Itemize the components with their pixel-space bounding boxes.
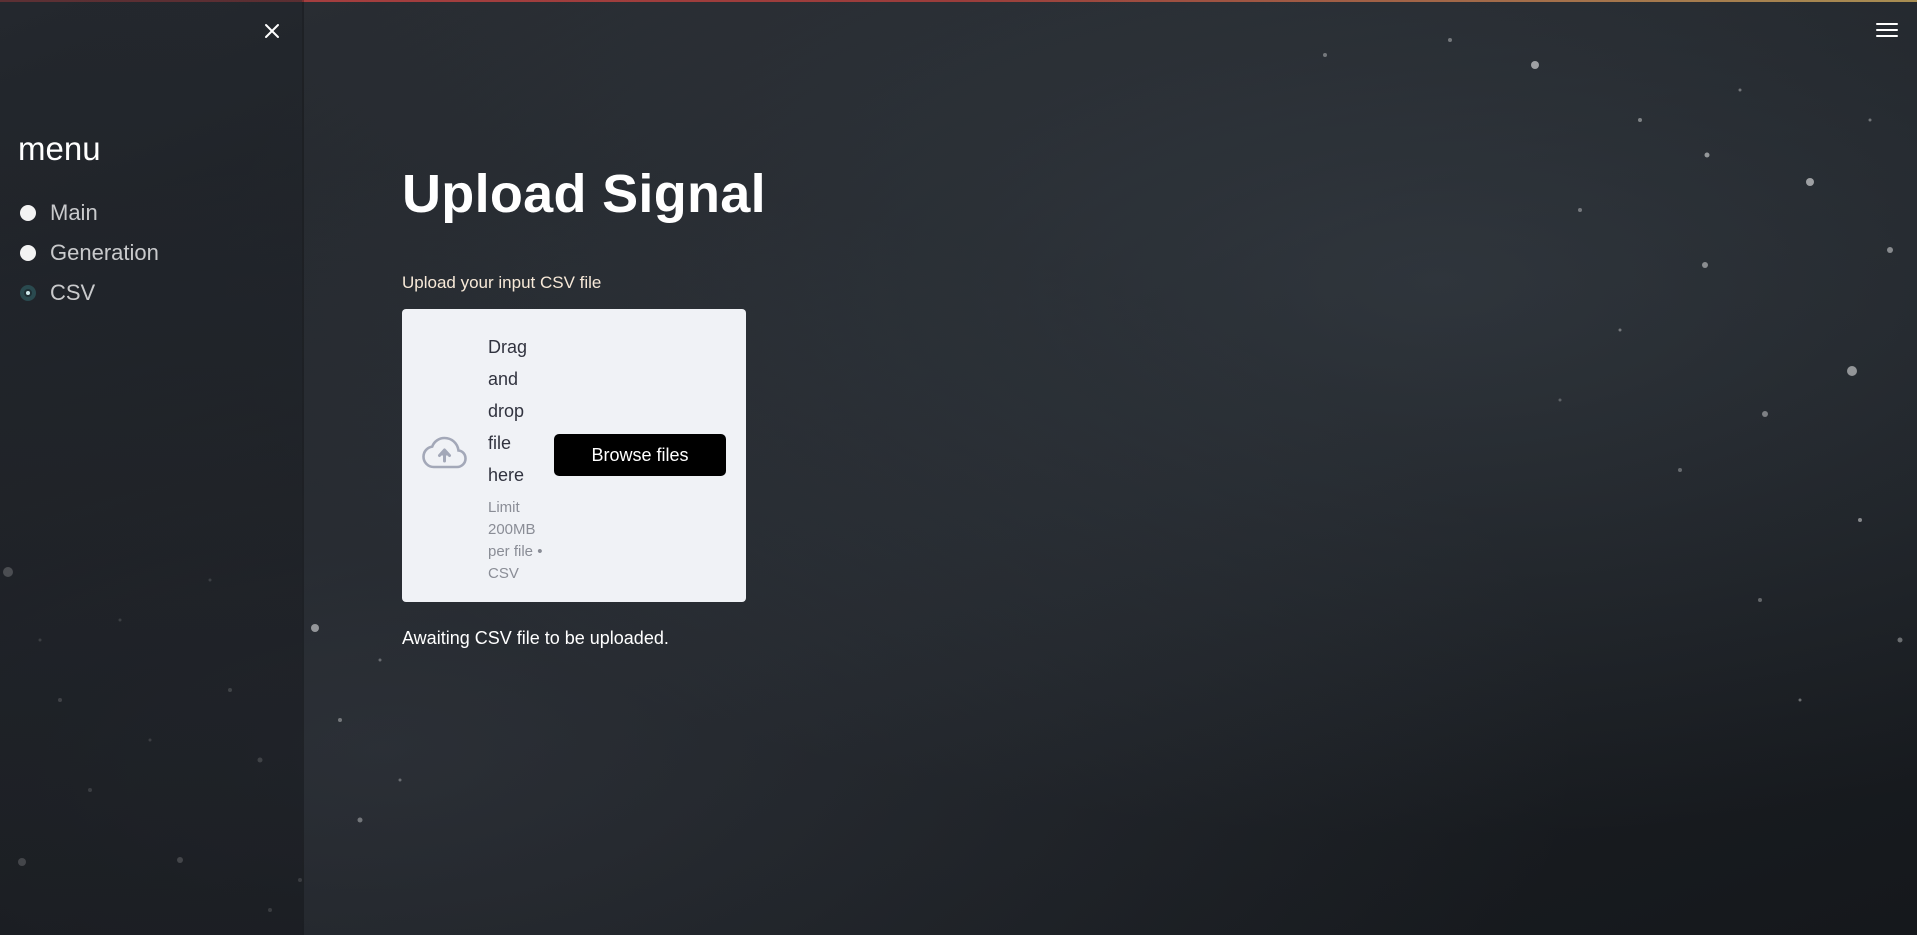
page-title: Upload Signal [402, 164, 766, 224]
radio-label-generation: Generation [50, 240, 159, 265]
hamburger-menu-icon-line [1876, 23, 1898, 25]
file-uploader-label: Upload your input CSV file [402, 273, 602, 292]
drag-drop-text: Drag and drop file here [488, 337, 528, 485]
file-dropzone[interactable]: Drag and drop file here Limit 200MB per … [402, 309, 746, 602]
radio-option-csv[interactable]: CSV [20, 273, 159, 313]
radio-button[interactable] [20, 245, 36, 261]
close-sidebar-button[interactable] [259, 18, 285, 44]
radio-option-main[interactable]: Main [20, 193, 159, 233]
radio-label-main: Main [50, 200, 98, 225]
browse-files-button[interactable]: Browse files [554, 434, 726, 476]
page-radio-group: Main Generation CSV [20, 193, 159, 313]
hamburger-menu-button[interactable] [1876, 20, 1898, 40]
radio-button-selected[interactable] [20, 285, 36, 301]
hamburger-menu-icon-line [1876, 35, 1898, 37]
sidebar-menu-title: menu [18, 130, 101, 167]
file-limit-text: Limit 200MB per file • CSV [488, 499, 543, 582]
sidebar: menu Main Generation CSV [0, 0, 302, 935]
radio-label-csv: CSV [50, 280, 96, 305]
radio-option-generation[interactable]: Generation [20, 233, 159, 273]
hamburger-menu-icon-line [1876, 29, 1898, 31]
status-message: Awaiting CSV file to be uploaded. [402, 628, 669, 648]
sidebar-divider [302, 0, 304, 935]
close-icon [265, 24, 279, 38]
cloud-upload-icon [422, 436, 467, 469]
radio-button[interactable] [20, 205, 36, 221]
dropzone-instructions: Drag and drop file here Limit 200MB per … [488, 331, 548, 585]
